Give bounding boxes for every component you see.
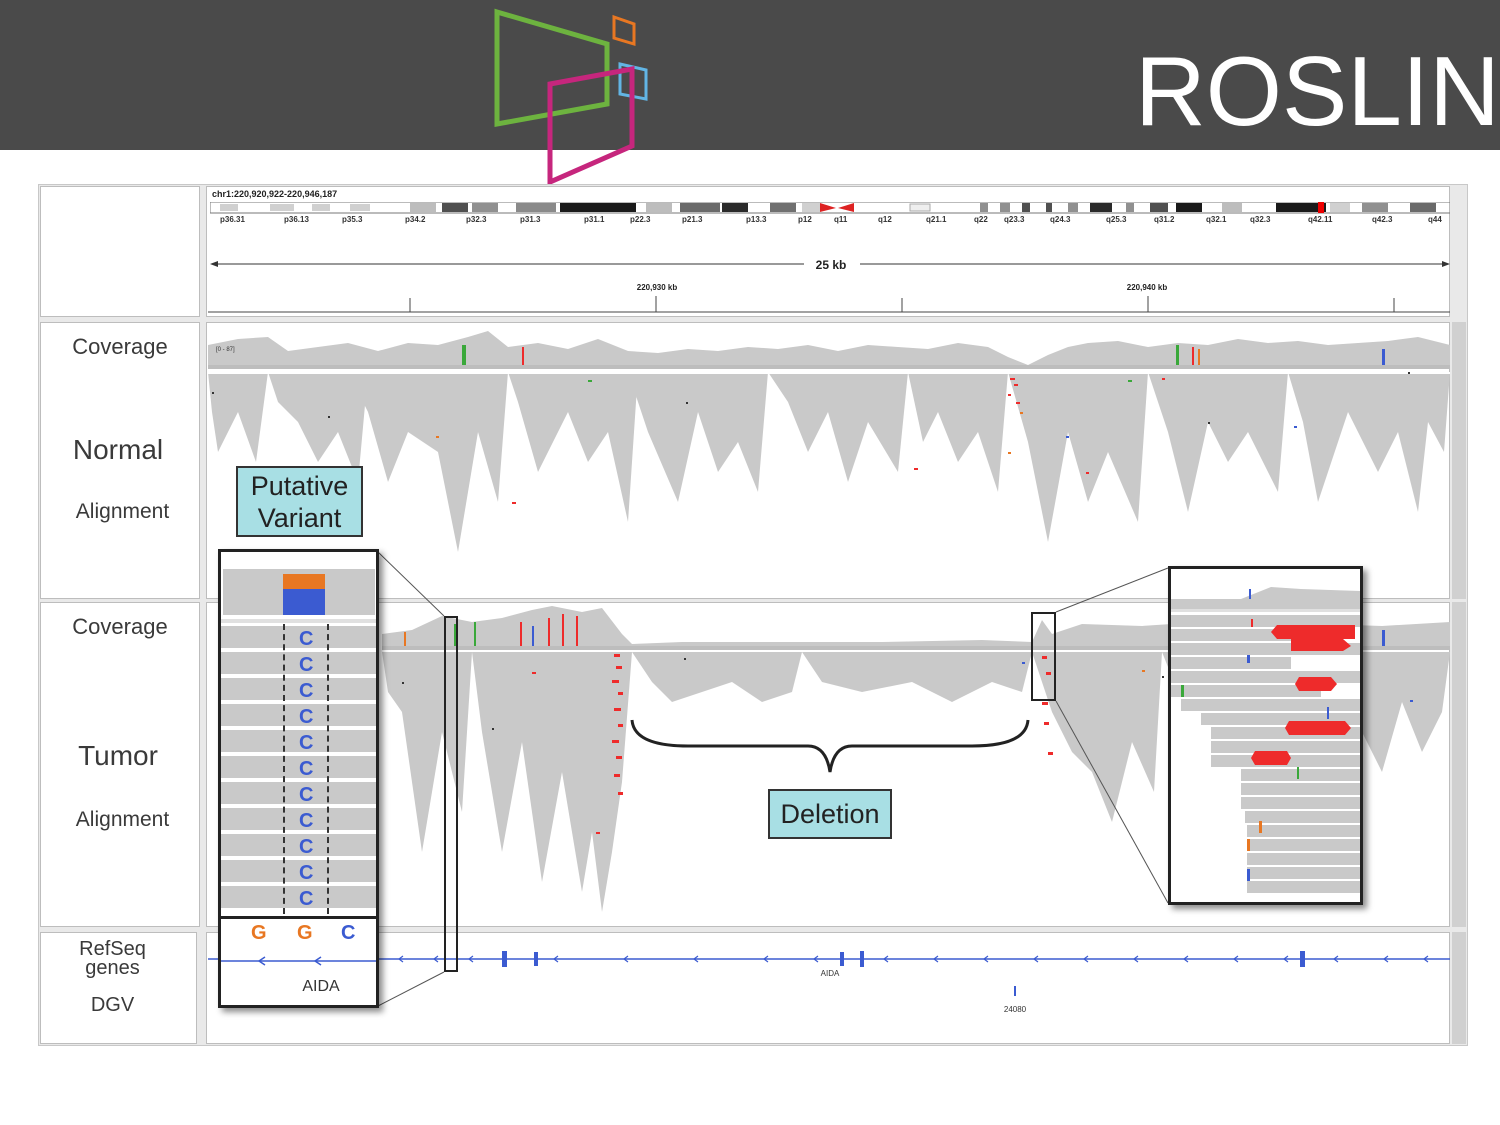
band-label: q24.3 [1050,215,1071,224]
scrollbar-genes[interactable] [1452,932,1466,1044]
variant-base: C [299,680,314,702]
band-label: q22 [974,215,988,224]
band-label: p22.3 [630,215,651,224]
band-label: p13.3 [746,215,767,224]
band-label: q44 [1428,215,1442,224]
band-label: q32.3 [1250,215,1271,224]
tumor-label: Tumor [78,740,158,771]
reference-base: C [341,922,356,944]
variant-base: C [299,654,314,676]
reference-base: G [251,922,267,944]
band-label: q31.2 [1154,215,1175,224]
variant-base: C [299,862,314,884]
normal-alignment-track[interactable] [208,372,1450,594]
dgv-feature-label: 24080 [1003,1005,1027,1014]
variant-base: C [299,732,314,754]
ruler-tick-label: 220,940 kb [1126,283,1168,292]
putative-variant-text: Putative Variant [250,471,349,533]
dashed-guide-left [283,624,285,914]
band-label: q21.1 [926,215,947,224]
inset-variant-bar-orange [283,574,325,589]
band-label: q12 [878,215,892,224]
variant-base: C [299,628,314,650]
dashed-guide-right [327,624,329,914]
scrollbar-tumor[interactable] [1452,602,1466,927]
locus-text[interactable]: chr1:220,920,922-220,946,187 [212,189,337,199]
dgv-feature[interactable] [1014,986,1016,996]
label-cell-ruler [40,186,200,317]
dgv-label: DGV [90,994,135,1016]
band-label: p34.2 [405,215,426,224]
alignment-tumor-label: Alignment [75,808,170,831]
deletion-callout: Deletion [768,789,892,839]
band-label: q23.3 [1004,215,1025,224]
variant-base: C [299,810,314,832]
coverage-normal-label: Coverage [72,334,168,359]
reference-base: G [297,922,313,944]
deletion-brace [630,719,1030,773]
band-label: p36.13 [284,215,309,224]
gene-name-label: AIDA [820,969,840,978]
band-label: q42.11 [1308,215,1333,224]
cytoband-labels: p36.31 p36.13 p35.3 p34.2 p32.3 p31.3 p3… [210,215,1450,227]
variant-highlight-box [444,616,458,972]
inset-coverage-divider [221,619,376,623]
breakpoint-highlight-box [1031,612,1056,701]
ruler-tick-label: 220,930 kb [636,283,678,292]
variant-base: C [299,836,314,858]
alignment-normal-label: Alignment [75,500,170,523]
band-label: q42.3 [1372,215,1393,224]
normal-coverage-track[interactable] [208,325,1450,369]
band-label: p36.31 [220,215,245,224]
chromosome-ideogram[interactable] [210,202,1450,214]
putative-variant-callout: Putative Variant [236,466,363,537]
normal-label: Normal [72,434,164,465]
band-label: q11 [834,215,848,224]
breakpoint-zoom-reads [1171,587,1360,893]
variant-base: C [299,758,314,780]
band-label: p35.3 [342,215,363,224]
inset-variant-bar-blue [283,589,325,615]
variant-base: C [299,706,314,728]
coverage-range-label: [0 - 87] [216,347,235,353]
scrollbar-normal[interactable] [1452,322,1466,599]
band-label: p32.3 [466,215,487,224]
refseq-label: RefSeq genes [79,938,146,979]
span-label: 25 kb [815,258,847,272]
variant-zoom-inset: C C C C C C C C C C C G G C AIDA [218,549,379,1008]
band-label: p31.1 [584,215,605,224]
inset-reference-divider [221,916,376,919]
variant-base: C [299,888,314,910]
inset-gene-line [221,956,376,966]
brand-name: ROSLIN [1135,36,1500,146]
inset-gene-name: AIDA [302,978,340,995]
band-label: q32.1 [1206,215,1227,224]
breakpoint-zoom-inset [1168,566,1363,905]
band-label: q25.3 [1106,215,1127,224]
band-label: p12 [798,215,812,224]
band-label: p31.3 [520,215,541,224]
band-label: p21.3 [682,215,703,224]
variant-base: C [299,784,314,806]
coverage-tumor-label: Coverage [72,614,168,639]
ruler-ticks [208,296,1450,313]
